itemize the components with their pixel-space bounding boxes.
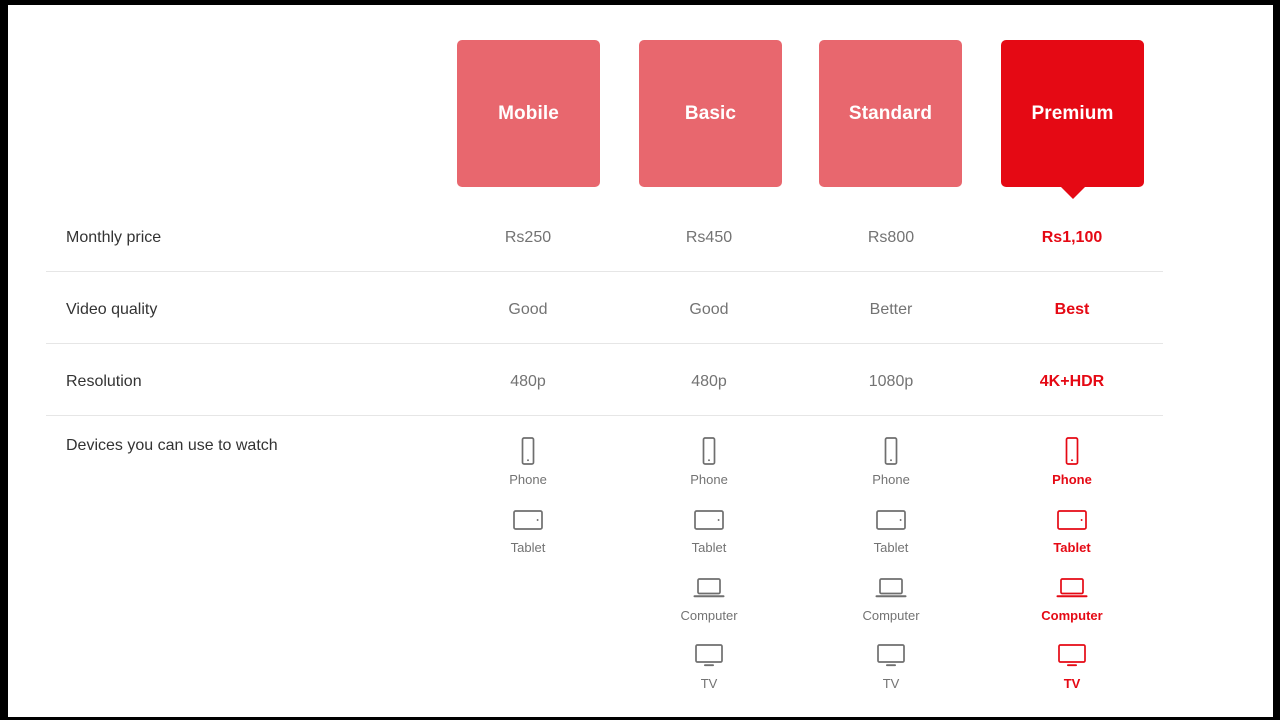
device-item: Computer	[811, 571, 971, 639]
cell-price-premium: Rs1,100	[1041, 229, 1103, 246]
plan-card-label: Standard	[848, 103, 933, 124]
phone-icon	[448, 435, 608, 469]
tv-icon	[992, 639, 1152, 673]
cell-quality-premium: Best	[1054, 301, 1090, 318]
device-item: Phone	[448, 435, 608, 503]
device-label: Tablet	[1053, 540, 1091, 555]
computer-icon	[992, 571, 1152, 605]
device-item: Phone	[629, 435, 789, 503]
plan-card-mobile[interactable]: Mobile	[457, 40, 600, 187]
device-item: Phone	[992, 435, 1152, 503]
page-frame: Mobile Basic Standard Premium Monthly pr…	[8, 5, 1273, 717]
device-label: TV	[1063, 676, 1081, 691]
plan-comparison-table: Mobile Basic Standard Premium Monthly pr…	[8, 5, 1273, 717]
plan-card-label: Premium	[1031, 103, 1114, 124]
device-label: Computer	[680, 608, 738, 623]
device-column-mobile: Phone Tablet	[448, 435, 608, 571]
plan-header-row: Mobile Basic Standard Premium	[8, 5, 1273, 205]
device-label: TV	[882, 676, 900, 691]
row-label: Devices you can use to watch	[66, 437, 278, 454]
tv-icon	[811, 639, 971, 673]
tablet-icon	[992, 503, 1152, 537]
device-label: Phone	[690, 472, 728, 487]
cell-price-mobile: Rs250	[504, 229, 552, 246]
tablet-icon	[811, 503, 971, 537]
cell-quality-standard: Better	[869, 301, 913, 318]
phone-icon	[629, 435, 789, 469]
row-label: Monthly price	[66, 229, 162, 246]
cell-price-standard: Rs800	[867, 229, 915, 246]
computer-icon	[629, 571, 789, 605]
device-label: Phone	[509, 472, 547, 487]
cell-quality-mobile: Good	[508, 301, 548, 318]
plan-card-standard[interactable]: Standard	[819, 40, 962, 187]
tv-icon	[629, 639, 789, 673]
cell-resolution-basic: 480p	[691, 373, 727, 390]
row-divider	[46, 271, 1163, 272]
device-item: Tablet	[629, 503, 789, 571]
device-label: Tablet	[510, 540, 546, 555]
row-label: Video quality	[66, 301, 158, 318]
device-label: Phone	[1052, 472, 1092, 487]
plan-card-premium[interactable]: Premium	[1001, 40, 1144, 199]
cell-resolution-mobile: 480p	[510, 373, 546, 390]
device-item: Computer	[629, 571, 789, 639]
device-label: Phone	[872, 472, 910, 487]
device-label: Tablet	[691, 540, 727, 555]
device-label: Computer	[1041, 608, 1103, 623]
row-label: Resolution	[66, 373, 142, 390]
cell-quality-basic: Good	[689, 301, 729, 318]
device-item: TV	[811, 639, 971, 707]
device-label: TV	[700, 676, 718, 691]
cell-resolution-standard: 1080p	[868, 373, 914, 390]
device-item: Tablet	[992, 503, 1152, 571]
device-item: Computer	[992, 571, 1152, 639]
device-column-standard: Phone Tablet Computer TV	[811, 435, 971, 707]
tablet-icon	[448, 503, 608, 537]
cell-resolution-premium: 4K+HDR	[1039, 373, 1105, 390]
cell-price-basic: Rs450	[685, 229, 733, 246]
selected-plan-pointer-icon	[1059, 186, 1086, 199]
plan-card-label: Basic	[684, 103, 737, 124]
row-divider	[46, 415, 1163, 416]
phone-icon	[811, 435, 971, 469]
device-item: TV	[629, 639, 789, 707]
computer-icon	[811, 571, 971, 605]
plan-card-basic[interactable]: Basic	[639, 40, 782, 187]
device-item: Phone	[811, 435, 971, 503]
phone-icon	[992, 435, 1152, 469]
row-divider	[46, 343, 1163, 344]
device-label: Tablet	[873, 540, 909, 555]
device-label: Computer	[862, 608, 920, 623]
device-column-premium: Phone Tablet Computer TV	[992, 435, 1152, 707]
plan-card-label: Mobile	[498, 103, 559, 124]
device-item: TV	[992, 639, 1152, 707]
tablet-icon	[629, 503, 789, 537]
device-item: Tablet	[811, 503, 971, 571]
device-column-basic: Phone Tablet Computer TV	[629, 435, 789, 707]
device-item: Tablet	[448, 503, 608, 571]
